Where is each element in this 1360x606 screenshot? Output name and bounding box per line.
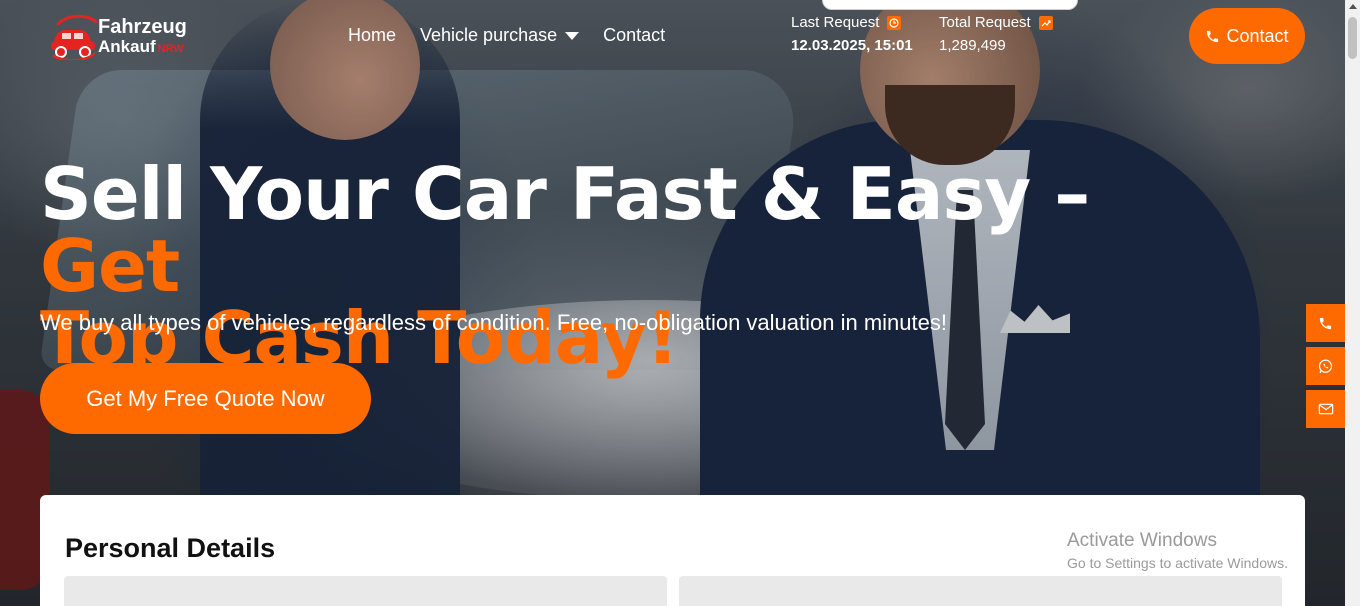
side-phone-button[interactable] <box>1306 304 1345 342</box>
nav-item-home[interactable]: Home <box>348 25 396 46</box>
top-overlay-tab <box>822 0 1078 10</box>
total-request-value: 1,289,499 <box>939 37 1006 54</box>
personal-details-field-2[interactable] <box>679 576 1282 606</box>
hero-photo-head-left <box>270 0 420 140</box>
side-mail-button[interactable] <box>1306 390 1345 428</box>
personal-details-field-1[interactable] <box>64 576 667 606</box>
caret-down-icon <box>565 31 580 40</box>
windows-activation-watermark: Activate Windows Go to Settings to activ… <box>1067 530 1288 571</box>
last-request-stat: Last Request 12.03.2025, 15:01 <box>791 14 913 54</box>
logo-line1: Fahrzeug <box>98 16 187 38</box>
personal-details-title: Personal Details <box>65 533 276 563</box>
watermark-line2: Go to Settings to activate Windows. <box>1067 555 1288 571</box>
nav-item-contact[interactable]: Contact <box>603 25 665 46</box>
hero-title: Sell Your Car Fast & Easy –Get Top Cash … <box>40 158 1220 374</box>
last-request-label: Last Request <box>791 14 880 31</box>
total-request-label: Total Request <box>939 14 1031 31</box>
side-whatsapp-button[interactable] <box>1306 347 1345 385</box>
total-request-stat: Total Request 1,289,499 <box>939 14 1053 54</box>
logo-line2: Ankauf <box>98 37 156 56</box>
last-request-value: 12.03.2025, 15:01 <box>791 37 913 54</box>
nav-item-vehicle-purchase[interactable]: Vehicle purchase <box>420 25 580 46</box>
hero-subtitle: We buy all types of vehicles, regardless… <box>40 310 947 335</box>
phone-icon <box>1319 317 1332 329</box>
page-scrollbar[interactable] <box>1345 0 1360 606</box>
mail-icon <box>1318 403 1333 415</box>
main-nav: Home Vehicle purchase Contact <box>348 25 665 46</box>
scroll-up-arrow-icon[interactable] <box>1349 4 1357 9</box>
watermark-line1: Activate Windows <box>1067 530 1217 551</box>
logo-wordmark: Fahrzeug Ankauf NRW <box>98 16 187 59</box>
side-contact-buttons <box>1306 304 1345 433</box>
clock-icon <box>887 15 902 30</box>
site-logo[interactable]: Fahrzeug Ankauf NRW <box>48 12 218 62</box>
whatsapp-icon <box>1318 358 1333 373</box>
header-contact-button[interactable]: Contact <box>1189 8 1305 64</box>
nav-item-label: Home <box>348 25 397 45</box>
nav-item-label: Contact <box>603 25 666 45</box>
header-contact-label: Contact <box>1226 25 1289 46</box>
car-logo-icon <box>51 14 98 60</box>
logo-suffix: NRW <box>157 43 184 55</box>
trending-up-icon <box>1038 15 1053 30</box>
hero-title-white: Sell Your Car Fast & Easy – <box>40 152 1090 236</box>
phone-icon <box>1207 30 1219 42</box>
free-quote-button[interactable]: Get My Free Quote Now <box>40 363 371 434</box>
nav-item-label: Vehicle purchase <box>420 25 558 45</box>
scrollbar-thumb[interactable] <box>1348 17 1357 59</box>
